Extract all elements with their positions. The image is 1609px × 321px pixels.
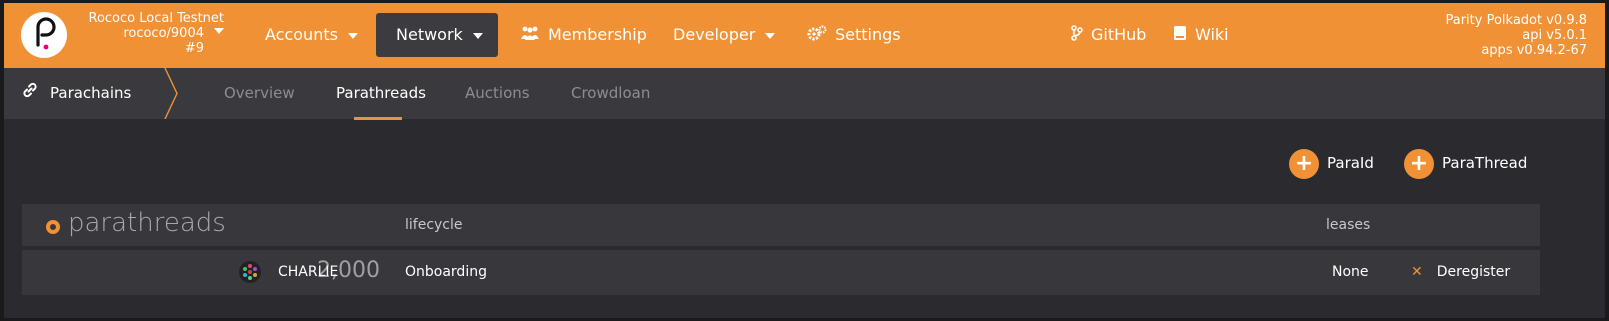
nav-developer-label: Developer: [673, 25, 756, 44]
api-version: api v5.0.1: [1522, 28, 1587, 43]
apps-version: apps v0.94.2-67: [1481, 43, 1587, 58]
nav-github[interactable]: GitHub: [1071, 13, 1146, 57]
polkadot-logo-icon[interactable]: [21, 12, 67, 58]
leases-value: None: [1332, 264, 1369, 280]
tab-parathreads[interactable]: Parathreads: [336, 68, 426, 119]
deregister-button[interactable]: ✕ Deregister: [1411, 264, 1510, 280]
tab-overview[interactable]: Overview: [224, 68, 295, 119]
nav-network[interactable]: Network: [376, 13, 498, 57]
tab-crowdloan[interactable]: Crowdloan: [571, 68, 650, 119]
close-icon: ✕: [1411, 264, 1423, 280]
version-info: Parity Polkadot v0.9.8 api v5.0.1 apps v…: [1445, 13, 1587, 58]
membership-icon: [520, 14, 540, 58]
link-icon: [22, 68, 38, 119]
nav-github-label: GitHub: [1091, 25, 1147, 44]
chain-endpoint: rococo/9004: [123, 26, 204, 41]
lifecycle-status: Onboarding: [405, 264, 487, 280]
app-window: Rococo Local Testnet rococo/9004 #9 Acco…: [4, 3, 1605, 318]
add-parathread-button[interactable]: + ParaThread: [1404, 148, 1528, 179]
add-paraid-button[interactable]: + ParaId: [1289, 148, 1374, 179]
chevron-down-icon: [214, 28, 224, 34]
nav-wiki-label: Wiki: [1195, 25, 1229, 44]
table-header: parathreads lifecycle leases: [22, 204, 1540, 246]
chevron-down-icon: [347, 32, 358, 39]
top-bar: Rococo Local Testnet rococo/9004 #9 Acco…: [4, 3, 1605, 68]
breadcrumb-chevron-icon: [164, 68, 178, 119]
sub-navigation: Parachains Overview Parathreads Auctions…: [4, 68, 1605, 119]
nav-membership-label: Membership: [548, 25, 647, 44]
git-branch-icon: [1071, 14, 1083, 58]
chevron-down-icon: [472, 32, 483, 39]
nav-settings[interactable]: Settings: [807, 13, 901, 57]
add-paraid-label: ParaId: [1327, 154, 1374, 172]
section-title: Parachains: [22, 68, 131, 119]
add-parathread-label: ParaThread: [1442, 154, 1528, 172]
plus-icon: +: [1404, 148, 1434, 179]
active-tab-indicator: [354, 117, 402, 120]
chain-name: Rococo Local Testnet: [88, 11, 225, 26]
nav-settings-label: Settings: [835, 25, 901, 44]
table-title: parathreads: [68, 208, 226, 238]
column-leases: leases: [1326, 217, 1371, 233]
column-lifecycle: lifecycle: [405, 217, 463, 233]
table-row: 2,000 CHARLIE Onboarding None ✕ Deregiste…: [22, 250, 1540, 295]
tab-auctions[interactable]: Auctions: [465, 68, 530, 119]
node-version: Parity Polkadot v0.9.8: [1445, 13, 1587, 28]
best-block: #9: [184, 41, 204, 56]
chain-selector[interactable]: Rococo Local Testnet rococo/9004 #9: [74, 11, 224, 56]
book-icon: [1173, 14, 1187, 58]
settings-gear-icon: [807, 14, 827, 58]
nav-membership[interactable]: Membership: [520, 13, 647, 57]
nav-network-label: Network: [396, 25, 463, 44]
account-name[interactable]: CHARLIE: [278, 264, 338, 280]
plus-icon: +: [1289, 148, 1319, 179]
nav-wiki[interactable]: Wiki: [1173, 13, 1229, 57]
status-dot-icon: [46, 220, 60, 234]
nav-accounts-label: Accounts: [265, 25, 338, 44]
chevron-down-icon: [765, 32, 776, 39]
section-title-label: Parachains: [50, 84, 132, 102]
deregister-label: Deregister: [1436, 264, 1511, 280]
nav-developer[interactable]: Developer: [673, 13, 776, 57]
identicon[interactable]: [239, 261, 261, 283]
nav-accounts[interactable]: Accounts: [265, 13, 358, 57]
